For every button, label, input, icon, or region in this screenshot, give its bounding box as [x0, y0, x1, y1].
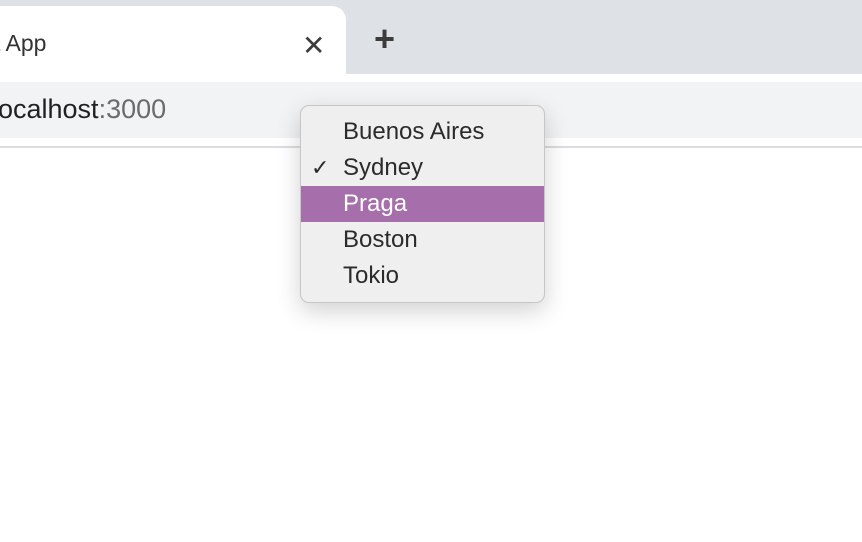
option-tokio[interactable]: Tokio — [301, 258, 544, 294]
url-text: localhost:3000 — [0, 94, 166, 125]
checkmark-icon: ✓ — [311, 155, 330, 180]
url-host: localhost — [0, 94, 99, 124]
option-boston[interactable]: Boston — [301, 222, 544, 258]
option-praga[interactable]: Praga — [301, 186, 544, 222]
plus-icon[interactable]: + — [374, 18, 395, 60]
close-icon[interactable]: ✕ — [302, 26, 325, 66]
option-label: Tokio — [343, 262, 400, 289]
city-dropdown-menu: Buenos Aires ✓ Sydney Praga Boston Tokio — [300, 105, 545, 303]
tab-bar: t App ✕ + — [0, 0, 862, 74]
tab-title: t App — [0, 30, 47, 56]
option-label: Praga — [343, 190, 408, 217]
option-label: Buenos Aires — [343, 118, 485, 145]
option-label: Boston — [343, 226, 418, 253]
url-port: :3000 — [98, 94, 167, 124]
option-buenos-aires[interactable]: Buenos Aires — [301, 114, 544, 150]
browser-tab[interactable]: t App ✕ — [0, 6, 346, 74]
option-label: Sydney — [343, 154, 424, 181]
option-sydney[interactable]: ✓ Sydney — [301, 150, 544, 186]
